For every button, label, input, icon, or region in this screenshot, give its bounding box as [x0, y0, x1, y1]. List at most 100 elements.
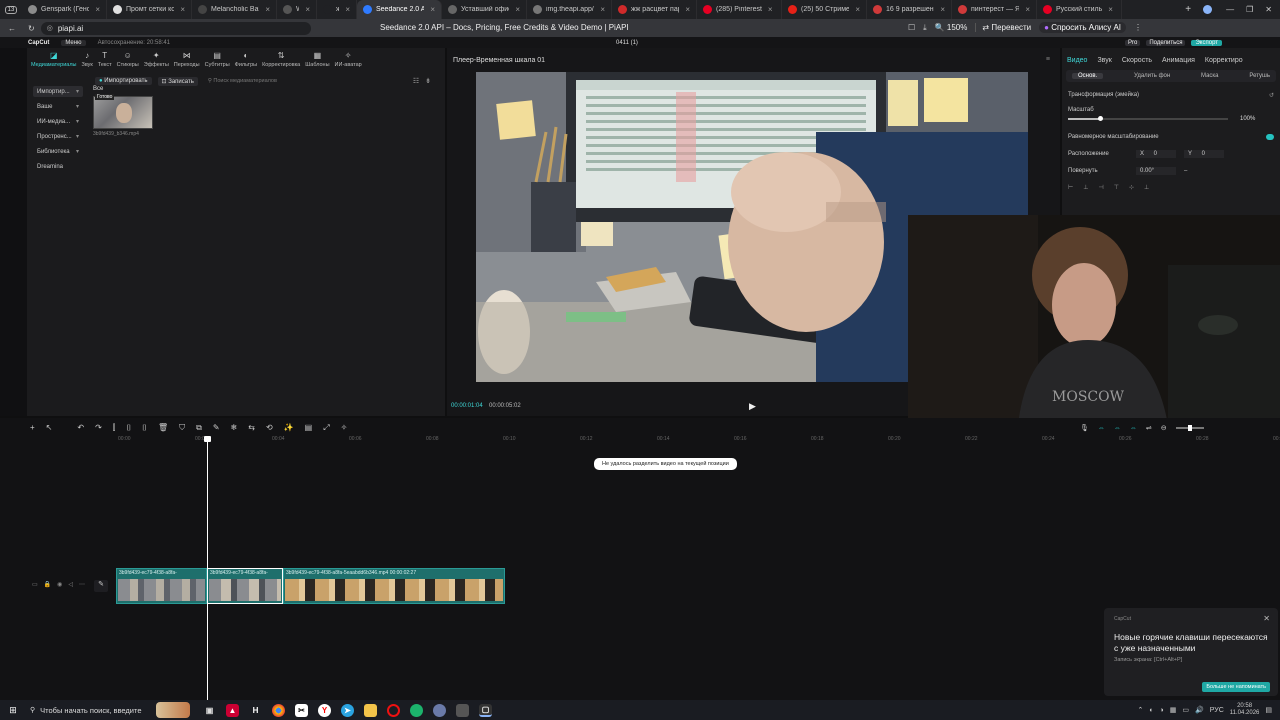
reload-icon[interactable]: ↻	[28, 24, 35, 33]
align-bottom-icon[interactable]: ⊥	[1144, 184, 1149, 191]
mic-icon[interactable]: 🎙	[1080, 424, 1089, 432]
tab-close-icon[interactable]: ×	[515, 5, 520, 14]
tab-close-icon[interactable]: ×	[768, 5, 773, 14]
url-field[interactable]: ◎ piapi.ai	[40, 21, 311, 35]
browser-tab[interactable]: W×	[277, 0, 317, 19]
tool-tab[interactable]: ⇅ Корректировка	[262, 52, 300, 72]
media-sidebar-item[interactable]: Импортир... ▾	[33, 86, 83, 97]
tab-close-icon[interactable]: ×	[685, 5, 690, 14]
scale-value[interactable]: 100%	[1240, 116, 1255, 122]
tab-close-icon[interactable]: ×	[600, 5, 605, 14]
scale-slider[interactable]	[1068, 116, 1228, 121]
tab-close-icon[interactable]: ×	[1025, 5, 1030, 14]
play-button[interactable]: ▶	[749, 401, 756, 412]
browser-tab[interactable]: (285) Pinterest ×	[697, 0, 782, 19]
props-tab[interactable]: Скорость	[1122, 57, 1152, 70]
lock-icon[interactable]: 🔒	[44, 581, 51, 588]
restore-icon[interactable]: ❐	[1246, 5, 1253, 14]
browser-tab[interactable]: жж ×	[317, 0, 357, 19]
chrome-icon[interactable]	[272, 703, 285, 717]
notifications-icon[interactable]: ▤	[1265, 706, 1272, 714]
browser-tab[interactable]: img.theapi.app/ep/ ×	[527, 0, 612, 19]
tool-tab[interactable]: ✦ Эффекты	[144, 52, 169, 72]
transform-icon[interactable]: ⤢	[323, 423, 329, 433]
delete-icon[interactable]: 🗑	[158, 423, 168, 433]
split-left-icon[interactable]: ⌷	[126, 423, 131, 433]
player-menu-icon[interactable]: ≡	[1046, 56, 1050, 63]
filter-icon[interactable]: ⇟	[425, 77, 431, 85]
tool-tab[interactable]: ⋈ Переходы	[174, 52, 200, 72]
import-button[interactable]: ● Импортировать	[95, 77, 152, 85]
tab-close-icon[interactable]: ×	[940, 5, 945, 14]
notification-close-icon[interactable]: ✕	[1263, 614, 1270, 623]
windows-start-icon[interactable]: ⊞	[0, 705, 26, 716]
app-green-icon[interactable]	[410, 703, 423, 717]
capcut-active-icon[interactable]: ▢	[479, 703, 492, 717]
rotate-field[interactable]: 0.00°	[1136, 167, 1176, 175]
tray-app-icon[interactable]: ◐	[1149, 707, 1153, 714]
taskbar-search[interactable]: ⚲ Чтобы начать поиск, введите	[26, 702, 156, 718]
props-subtab[interactable]: Основ.	[1072, 73, 1104, 79]
split-right-icon[interactable]: ⌷	[142, 423, 147, 433]
project-name[interactable]: 0411 (1)	[616, 40, 638, 46]
search-highlight-image[interactable]	[156, 702, 190, 718]
sort-icon[interactable]: ☷	[413, 77, 419, 85]
task-view-icon[interactable]: ▣	[203, 704, 216, 717]
pen-icon[interactable]: ✎	[213, 423, 220, 433]
minimize-icon[interactable]: —	[1226, 5, 1234, 14]
capcut-task-icon[interactable]: ✂	[295, 703, 308, 717]
app-red-icon[interactable]: ▲	[226, 703, 239, 717]
align-top-icon[interactable]: ⊤	[1114, 184, 1119, 191]
tab-close-icon[interactable]: ×	[855, 5, 860, 14]
mirror-icon[interactable]: ⇆	[248, 423, 255, 433]
browser-tab[interactable]: Melancholic Bald Co ×	[192, 0, 277, 19]
track-cover-icon[interactable]: ▭	[32, 581, 38, 588]
scale-slider-thumb[interactable]	[1098, 116, 1103, 121]
alice-button[interactable]: ● Спросить Алису AI	[1039, 22, 1127, 33]
tool-tab[interactable]: ♪ Звук	[82, 52, 93, 72]
close-window-icon[interactable]: ✕	[1265, 5, 1272, 14]
network-icon[interactable]: ▭	[1182, 706, 1189, 714]
captions-icon[interactable]: ▤	[305, 423, 313, 433]
bookmark-icon[interactable]: ☐	[908, 23, 915, 32]
share-button[interactable]: Поделиться	[1146, 39, 1186, 46]
new-tab-button[interactable]: +	[1179, 4, 1197, 15]
media-sidebar-item[interactable]: Ваше ▾	[33, 101, 83, 112]
props-subtab[interactable]: Маска	[1201, 73, 1219, 79]
browser-tab[interactable]: Genspark (Генспар ×	[22, 0, 107, 19]
undo-icon[interactable]: ↶	[77, 423, 84, 433]
app-blue-icon[interactable]	[433, 703, 446, 717]
tool-tab[interactable]: ✧ ИИ-аватар	[335, 52, 362, 72]
translate-button[interactable]: ⇄ Перевести	[975, 23, 1031, 32]
media-sidebar-item[interactable]: Простренс... ▾	[33, 131, 83, 142]
freeze-icon[interactable]: ❄	[231, 423, 238, 433]
profile-icon[interactable]	[1203, 5, 1213, 14]
tab-close-icon[interactable]: ×	[265, 5, 270, 14]
browser-tab[interactable]: 16 9 разрешение — ×	[867, 0, 952, 19]
tab-close-icon[interactable]: ×	[430, 5, 435, 14]
media-sidebar-item[interactable]: ИИ-медиа... ▾	[33, 116, 83, 127]
shield-icon[interactable]: ⛉	[179, 423, 185, 433]
props-subtab[interactable]: Удалить фон	[1134, 73, 1170, 79]
menu-button[interactable]: Меню	[61, 39, 86, 46]
tab-close-icon[interactable]: ×	[305, 5, 310, 14]
props-tab[interactable]: Звук	[1097, 57, 1111, 70]
browser-tab[interactable]: Seedance 2.0 API ×	[357, 0, 442, 19]
snap-icon[interactable]: ⇔	[1130, 425, 1137, 432]
magnet-icon[interactable]: ⇔	[1114, 425, 1121, 432]
tab-close-icon[interactable]: ×	[180, 5, 185, 14]
tray-app3-icon[interactable]: ▦	[1170, 706, 1177, 714]
props-tab[interactable]: Видео	[1067, 57, 1087, 70]
browser-tab[interactable]: Русский стиль ×	[1037, 0, 1122, 19]
mute-icon[interactable]: ◁	[68, 581, 73, 588]
tray-chevron-icon[interactable]: ⌃	[1137, 706, 1143, 714]
reset-icon[interactable]: ↺	[1269, 92, 1274, 99]
more-icon[interactable]: ⋮	[1134, 23, 1142, 32]
yandex-icon[interactable]: Y	[318, 703, 331, 717]
rotate-dash[interactable]: –	[1184, 168, 1187, 174]
cover-edit-button[interactable]: ✎	[94, 580, 108, 592]
zoom-out-icon[interactable]: ⊖	[1161, 424, 1167, 432]
tool-tab[interactable]: ☺ Стикеры	[117, 52, 139, 72]
zoom-slider[interactable]	[1175, 425, 1204, 431]
add-track-icon[interactable]: +	[30, 423, 35, 433]
